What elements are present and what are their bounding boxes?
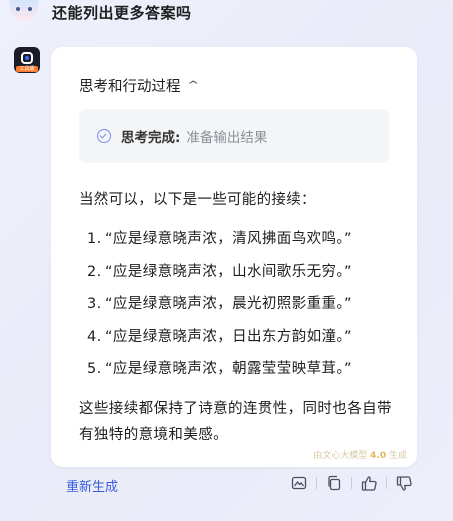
model-watermark: 由文心大模型 4.0 生成 bbox=[313, 451, 407, 461]
status-label: 思考完成: bbox=[121, 130, 181, 146]
check-circle-icon bbox=[97, 129, 111, 143]
status-value: 准备输出结果 bbox=[186, 130, 268, 146]
chevron-up-icon: ^ bbox=[186, 80, 199, 91]
list-item: 2. “应是绿意晓声浓，山水间歌乐无穷。” bbox=[87, 263, 352, 280]
user-question: 还能列出更多答案吗 bbox=[52, 3, 192, 22]
list-item: 1. “应是绿意晓声浓，清风拂面鸟欢鸣。” bbox=[87, 231, 352, 247]
thinking-toggle[interactable]: 思考和行动过程 ^ bbox=[79, 75, 199, 96]
answer-list: 1. “应是绿意晓声浓，清风拂面鸟欢鸣。” 2. “应是绿意晓声浓，山水间歌乐无穷。… bbox=[87, 228, 352, 391]
user-message-row: 还能列出更多答案吗 bbox=[10, 0, 192, 24]
list-item: 4. “应是绿意晓声浓，日出东方韵如潼。” bbox=[87, 328, 352, 345]
thumbs-up-icon[interactable] bbox=[360, 474, 378, 492]
bot-avatar-tag: 工具版 bbox=[16, 66, 38, 72]
thinking-header-label: 思考和行动过程 bbox=[79, 79, 181, 95]
user-avatar bbox=[10, 0, 38, 21]
list-item: 5. “应是绿意晓声浓，朝露莹莹映草茸。” bbox=[87, 361, 352, 377]
image-icon[interactable] bbox=[290, 474, 308, 492]
copy-icon[interactable] bbox=[325, 474, 343, 492]
message-actions bbox=[290, 474, 413, 492]
regenerate-button[interactable]: 重新生成 bbox=[66, 476, 118, 495]
answer-card: 思考和行动过程 ^ 思考完成: 准备输出结果 当然可以，以下是一些可能的接续： … bbox=[51, 47, 417, 467]
list-item: 3. “应是绿意晓声浓，晨光初照影重重。” bbox=[87, 296, 352, 312]
thinking-status-box: 思考完成: 准备输出结果 bbox=[79, 109, 389, 163]
answer-summary: 这些接续都保持了诗意的连贯性，同时也各自带有独特的意境和美感。 bbox=[79, 401, 392, 443]
thumbs-down-icon[interactable] bbox=[395, 474, 413, 492]
bot-avatar: 工具版 bbox=[14, 47, 40, 73]
answer-intro: 当然可以，以下是一些可能的接续： bbox=[79, 192, 316, 208]
